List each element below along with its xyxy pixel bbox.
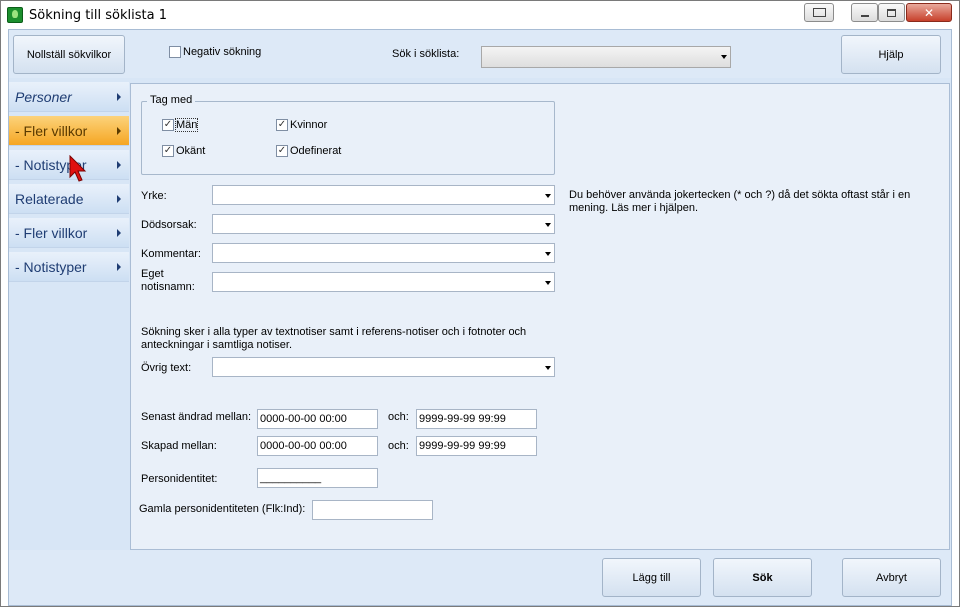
eget-notisnamn-dropdown[interactable] bbox=[212, 272, 555, 292]
yrke-label: Yrke: bbox=[141, 190, 167, 202]
checkbox-okant[interactable]: ✓ bbox=[162, 145, 174, 157]
eget-notisnamn-label-line2: notisnamn: bbox=[141, 281, 195, 293]
maximize-button[interactable] bbox=[878, 3, 905, 22]
skapad-from-input[interactable]: 0000-00-00 00:00 bbox=[257, 436, 378, 456]
sidebar-item-label: Personer bbox=[15, 88, 72, 105]
option-man-label: Män bbox=[174, 118, 199, 132]
search-dialog-window: Sökning till söklista 1 ✕ Nollställ sökv… bbox=[0, 0, 960, 607]
top-toolbar: Nollställ sökvilkor Negativ sökning Sök … bbox=[9, 30, 951, 78]
window-layout-icon bbox=[812, 8, 826, 17]
close-button[interactable]: ✕ bbox=[906, 3, 952, 22]
personidentitet-label: Personidentitet: bbox=[141, 473, 218, 485]
dodsorsak-label: Dödsorsak: bbox=[141, 219, 197, 231]
option-kvinnor[interactable]: ✓ Kvinnor bbox=[276, 119, 327, 131]
add-button[interactable]: Lägg till bbox=[602, 558, 701, 597]
kommentar-label: Kommentar: bbox=[141, 248, 201, 260]
option-kvinnor-label: Kvinnor bbox=[290, 119, 328, 131]
gamla-personidentitet-label: Gamla personidentiteten (Flk:Ind): bbox=[139, 503, 306, 515]
close-icon: ✕ bbox=[923, 5, 935, 20]
sidebar-item-label: - Notistyper bbox=[15, 258, 87, 275]
chevron-down-icon bbox=[545, 223, 551, 227]
yrke-dropdown[interactable] bbox=[212, 185, 555, 205]
sidebar-item-fler-villkor[interactable]: - Fler villkor bbox=[9, 116, 129, 146]
chevron-right-icon bbox=[117, 161, 121, 169]
chevron-down-icon bbox=[545, 252, 551, 256]
senast-andrad-to-input[interactable]: 9999-99-99 99:99 bbox=[416, 409, 537, 429]
ovrig-text-label: Övrig text: bbox=[141, 362, 192, 374]
title-bar: Sökning till söklista 1 ✕ bbox=[1, 1, 959, 29]
search-in-list-label: Sök i söklista: bbox=[392, 48, 460, 60]
negative-search-label: Negativ sökning bbox=[183, 46, 262, 58]
sidebar-item-personer[interactable]: Personer bbox=[9, 82, 129, 112]
window-title: Sökning till söklista 1 bbox=[29, 8, 167, 23]
chevron-right-icon bbox=[117, 93, 121, 101]
include-legend: Tag med bbox=[147, 94, 196, 106]
reset-criteria-button[interactable]: Nollställ sökvilkor bbox=[13, 35, 125, 74]
sidebar-item-relaterade[interactable]: Relaterade bbox=[9, 184, 129, 214]
checkbox-man[interactable]: ✓ bbox=[162, 119, 174, 131]
maximize-icon bbox=[887, 8, 896, 17]
search-scope-info: Sökning sker i alla typer av textnotiser… bbox=[141, 326, 527, 351]
sidebar-item-label: - Fler villkor bbox=[15, 122, 88, 139]
senast-andrad-och-label: och: bbox=[388, 411, 409, 423]
criteria-panel: Tag med ✓ Män ✓ Kvinnor ✓ Okänt ✓ Odefin… bbox=[130, 83, 950, 550]
app-tree-icon bbox=[7, 7, 23, 23]
skapad-och-label: och: bbox=[388, 440, 409, 452]
search-in-list-dropdown[interactable] bbox=[481, 46, 731, 68]
sidebar-item-label: Relaterade bbox=[15, 190, 84, 207]
personidentitet-input[interactable]: __________ bbox=[257, 468, 378, 488]
dodsorsak-dropdown[interactable] bbox=[212, 214, 555, 234]
include-groupbox: Tag med ✓ Män ✓ Kvinnor ✓ Okänt ✓ Odefin… bbox=[141, 94, 555, 175]
checkbox-odefinerat[interactable]: ✓ bbox=[276, 145, 288, 157]
dialog-client-area: Nollställ sökvilkor Negativ sökning Sök … bbox=[8, 29, 952, 606]
chevron-right-icon bbox=[117, 127, 121, 135]
help-button[interactable]: Hjälp bbox=[841, 35, 941, 74]
negative-search-checkbox[interactable] bbox=[169, 46, 181, 58]
option-odefinerat-label: Odefinerat bbox=[290, 145, 342, 157]
eget-notisnamn-label-line1: Eget bbox=[141, 268, 164, 280]
chevron-down-icon bbox=[721, 55, 727, 59]
chevron-right-icon bbox=[117, 229, 121, 237]
gamla-personidentitet-input[interactable] bbox=[312, 500, 433, 520]
mouse-pointer-icon bbox=[69, 155, 87, 182]
cancel-button[interactable]: Avbryt bbox=[842, 558, 941, 597]
option-okant-label: Okänt bbox=[176, 145, 206, 157]
ovrig-text-dropdown[interactable] bbox=[212, 357, 555, 377]
sidebar-item-label: - Fler villkor bbox=[15, 224, 88, 241]
sidebar-item-relaterade-fler-villkor[interactable]: - Fler villkor bbox=[9, 218, 129, 248]
kommentar-dropdown[interactable] bbox=[212, 243, 555, 263]
chevron-down-icon bbox=[545, 366, 551, 370]
senast-andrad-from-input[interactable]: 0000-00-00 00:00 bbox=[257, 409, 378, 429]
chevron-right-icon bbox=[117, 263, 121, 271]
minimize-button[interactable] bbox=[851, 3, 878, 22]
search-button[interactable]: Sök bbox=[713, 558, 812, 597]
skapad-label: Skapad mellan: bbox=[141, 440, 217, 452]
wildcard-hint: Du behöver använda jokertecken (* och ?)… bbox=[569, 189, 911, 214]
window-extra-button[interactable] bbox=[804, 3, 834, 22]
bottom-button-bar: Lägg till Sök Avbryt bbox=[9, 550, 951, 605]
senast-andrad-label: Senast ändrad mellan: bbox=[141, 411, 252, 423]
sidebar-nav: Personer - Fler villkor - Notistyper Rel… bbox=[9, 78, 129, 550]
chevron-down-icon bbox=[545, 281, 551, 285]
sidebar-item-relaterade-notistyper[interactable]: - Notistyper bbox=[9, 252, 129, 282]
negative-search-option[interactable]: Negativ sökning bbox=[169, 46, 261, 58]
option-odefinerat[interactable]: ✓ Odefinerat bbox=[276, 145, 341, 157]
option-okant[interactable]: ✓ Okänt bbox=[162, 145, 205, 157]
chevron-right-icon bbox=[117, 195, 121, 203]
option-man[interactable]: ✓ Män bbox=[162, 118, 199, 132]
chevron-down-icon bbox=[545, 194, 551, 198]
skapad-to-input[interactable]: 9999-99-99 99:99 bbox=[416, 436, 537, 456]
minimize-icon bbox=[860, 14, 869, 17]
checkbox-kvinnor[interactable]: ✓ bbox=[276, 119, 288, 131]
